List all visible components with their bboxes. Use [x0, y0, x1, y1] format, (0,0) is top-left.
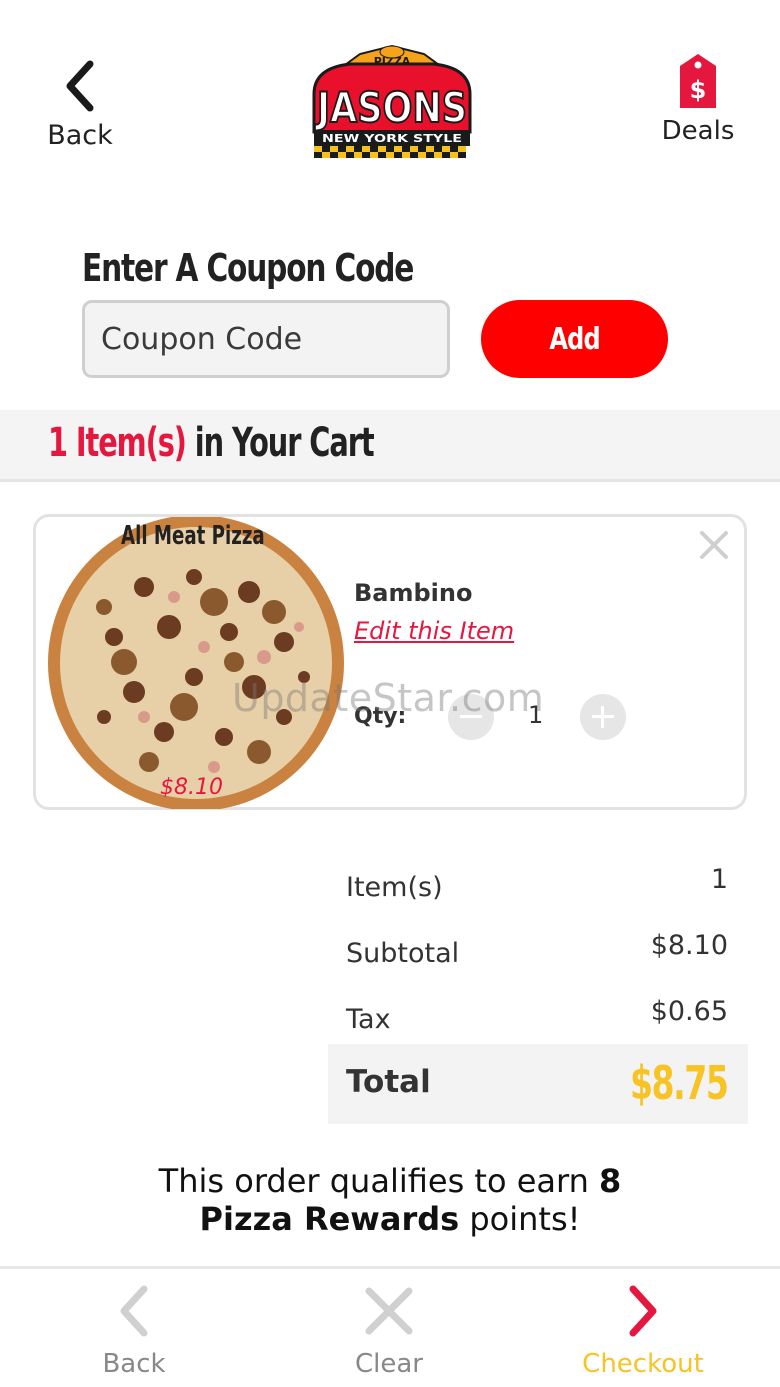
pizza-image	[48, 517, 344, 809]
bottom-clear-label: Clear	[355, 1349, 423, 1379]
rewards-points: 8	[599, 1162, 622, 1200]
summary-subtotal-row: Subtotal $8.10	[346, 930, 728, 978]
cart-count-band: 1 Item(s) in Your Cart	[0, 410, 780, 482]
close-icon	[365, 1287, 413, 1335]
svg-text:JASONS: JASONS	[314, 83, 467, 132]
cart-count: 1 Item(s)	[48, 420, 187, 466]
rewards-program: Pizza Rewards	[199, 1200, 460, 1238]
item-name: Bambino	[354, 579, 473, 607]
summary-tax-value: $0.65	[650, 996, 728, 1027]
remove-item-close-icon[interactable]	[696, 527, 732, 563]
pizza-image-price: $8.10	[160, 775, 223, 800]
chevron-right-icon	[629, 1285, 657, 1337]
header-back-label: Back	[47, 120, 113, 151]
cart-count-suffix: in Your Cart	[194, 420, 375, 466]
add-coupon-button[interactable]: Add	[481, 300, 668, 378]
bottom-nav: Back Clear Checkout	[0, 1266, 780, 1387]
header-back-button[interactable]: Back	[40, 58, 120, 151]
watermark: UpdateStar.com	[232, 676, 545, 720]
summary-tax-label: Tax	[346, 1004, 391, 1035]
svg-text:$: $	[690, 76, 707, 104]
rewards-suffix: points!	[469, 1200, 581, 1238]
rewards-message: This order qualifies to earn 8 Pizza Rew…	[0, 1162, 780, 1238]
bottom-checkout-button[interactable]: Checkout	[563, 1283, 723, 1379]
summary-total-label: Total	[346, 1064, 431, 1100]
summary-total-value: $8.75	[630, 1056, 729, 1110]
pizza-image-caption: All Meat Pizza	[121, 521, 265, 551]
summary-items-row: Item(s) 1	[346, 864, 728, 912]
add-coupon-label: Add	[549, 321, 600, 357]
summary-subtotal-label: Subtotal	[346, 938, 460, 969]
bottom-clear-button[interactable]: Clear	[309, 1283, 469, 1379]
summary-total-row: Total $8.75	[328, 1044, 748, 1124]
header-deals-button[interactable]: $ Deals	[652, 52, 744, 146]
summary-items-value: 1	[710, 864, 728, 895]
bottom-back-button[interactable]: Back	[54, 1283, 214, 1379]
jasons-pizza-logo: PIZZA JASONS NEW YORK STYLE	[312, 44, 472, 158]
chevron-left-icon	[120, 1285, 148, 1337]
header-deals-label: Deals	[661, 116, 735, 146]
rewards-prefix: This order qualifies to earn	[158, 1162, 589, 1200]
price-tag-icon: $	[680, 54, 716, 108]
coupon-code-input[interactable]	[82, 300, 450, 378]
cart-count-heading: 1 Item(s) in Your Cart	[48, 420, 375, 466]
chevron-left-icon	[66, 60, 94, 112]
summary-items-label: Item(s)	[346, 872, 443, 903]
summary-subtotal-value: $8.10	[650, 930, 728, 961]
summary-tax-row: Tax $0.65	[346, 996, 728, 1044]
cart-item-card: All Meat Pizza $8.10 Bambino Edit this I…	[33, 514, 747, 810]
edit-item-link[interactable]: Edit this Item	[354, 617, 514, 645]
bottom-checkout-label: Checkout	[582, 1349, 704, 1379]
svg-text:NEW YORK STYLE: NEW YORK STYLE	[322, 132, 462, 145]
coupon-title: Enter A Coupon Code	[82, 246, 414, 290]
qty-increment-button[interactable]	[580, 694, 626, 740]
bottom-back-label: Back	[102, 1349, 166, 1379]
